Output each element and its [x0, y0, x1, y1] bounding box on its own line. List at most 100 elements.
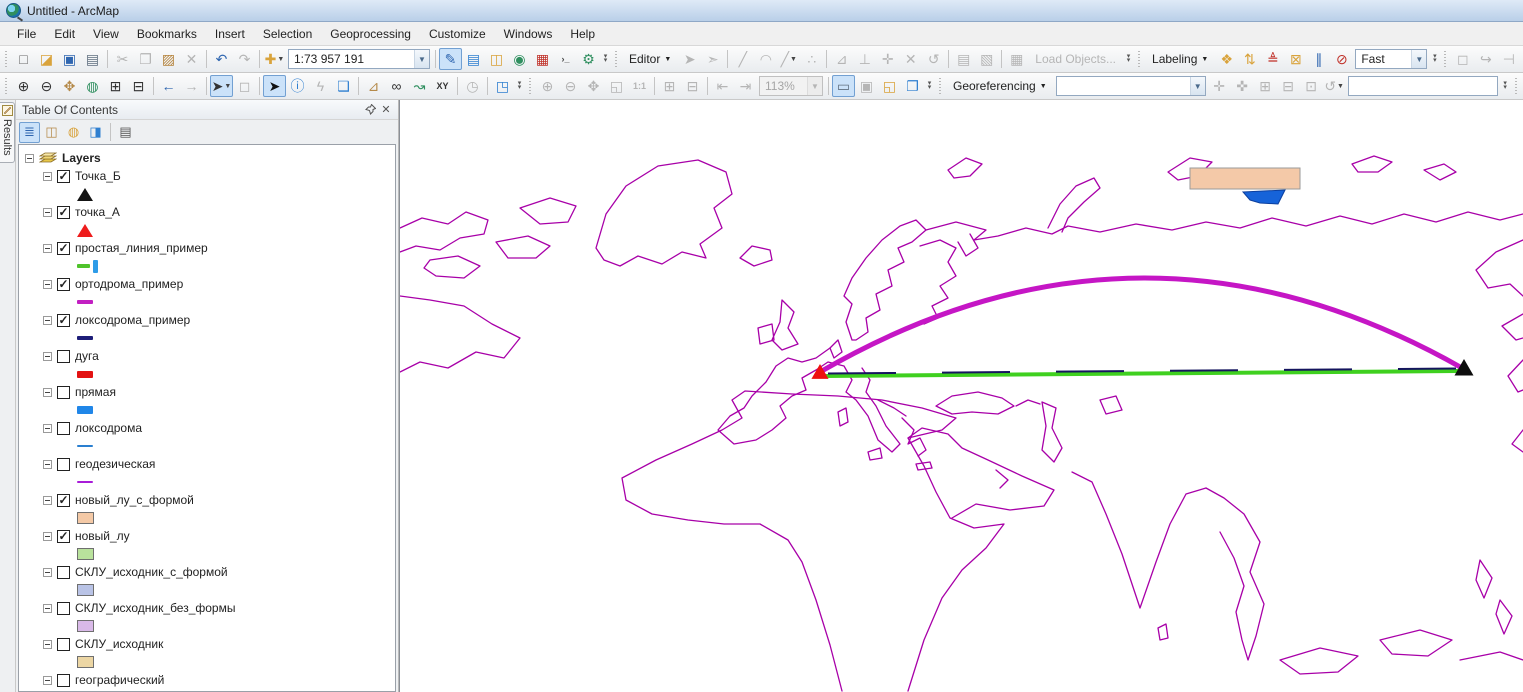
rotate-georeferencing-button[interactable]: ↺ ▼ [1323, 75, 1346, 97]
layer-symbol[interactable] [77, 259, 98, 273]
modelbuilder-button[interactable]: ⚙ [577, 48, 600, 70]
layer-visibility-checkbox[interactable] [57, 385, 70, 399]
clear-selected-features-button[interactable]: ◻ [233, 75, 256, 97]
layer-name-label[interactable]: точка_А [75, 205, 120, 219]
menu-view[interactable]: View [84, 23, 128, 45]
move-vertex-button[interactable]: ↪ [1474, 48, 1497, 70]
layer-row[interactable]: ✓ Точка_Б [25, 167, 395, 185]
layer-visibility-checkbox[interactable] [57, 673, 70, 687]
layer-symbol[interactable] [77, 370, 93, 378]
toc-layer-tree[interactable]: Layers ✓ Точка_Б ✓ точка_А ✓ простая_линия_при… [18, 144, 396, 692]
time-slider-button[interactable]: ◷ [461, 75, 484, 97]
label-priority-ranking-button[interactable]: ⇅ [1238, 48, 1261, 70]
map-scale-combo[interactable]: 1:73 957 191 ▼ [288, 49, 430, 69]
layers-group-row[interactable]: Layers [25, 149, 395, 167]
layer-visibility-checkbox[interactable]: ✓ [57, 241, 70, 255]
layer-name-label[interactable]: ортодрома_пример [75, 277, 183, 291]
toolbar-grip[interactable] [1137, 50, 1143, 68]
layer-name-label[interactable]: СКЛУ_исходник [75, 637, 163, 651]
layer-row[interactable]: ✓ простая_линия_пример [25, 239, 395, 257]
layer-symbol[interactable] [77, 548, 94, 560]
zoom-out-button[interactable]: ⊖ [35, 75, 58, 97]
load-objects-button[interactable]: Load Objects... [1028, 48, 1123, 70]
collapse-expander-icon[interactable] [43, 243, 52, 253]
change-layout-button[interactable]: ◱ [878, 75, 901, 97]
viewer-window-button[interactable]: ◳ [491, 75, 514, 97]
pan-button[interactable]: ✥ [58, 75, 81, 97]
view-link-table-button[interactable]: ⊟ [1277, 75, 1300, 97]
layer-name-label[interactable]: дуга [75, 349, 99, 363]
list-by-source-button[interactable]: ◫ [41, 122, 62, 143]
layer-symbol[interactable] [77, 336, 93, 340]
toolbar-grip[interactable] [1443, 50, 1449, 68]
layer-visibility-checkbox[interactable] [57, 421, 70, 435]
find-route-button[interactable]: ↝ [408, 75, 431, 97]
edit-annotation-tool-button[interactable]: ➣ [701, 48, 724, 70]
zoom-out-page-button[interactable]: ⊖ [559, 75, 582, 97]
layer-row[interactable]: СКЛУ_исходник_с_формой [25, 563, 395, 581]
menu-selection[interactable]: Selection [254, 23, 321, 45]
layer-name-label[interactable]: Точка_Б [75, 169, 121, 183]
layer-symbol[interactable] [77, 512, 94, 524]
focus-data-frame-button[interactable]: ▣ [855, 75, 878, 97]
georeferencing-layer-combo[interactable]: ▼ [1055, 76, 1206, 96]
layer-row[interactable]: СКЛУ_исходник_без_формы [25, 599, 395, 617]
collapse-expander-icon[interactable] [43, 351, 52, 361]
split-tool-button[interactable]: ✕ [899, 48, 922, 70]
label-weight-ranking-button[interactable]: ≜ [1261, 48, 1284, 70]
list-by-selection-button[interactable]: ◨ [85, 122, 106, 143]
undo-sketch-button[interactable]: ↺ [922, 48, 945, 70]
menu-bookmarks[interactable]: Bookmarks [128, 23, 206, 45]
toolbar-grip[interactable] [528, 77, 533, 95]
layer-symbol[interactable] [77, 406, 93, 414]
table-of-contents-window-button[interactable]: ▤ [462, 48, 485, 70]
print-button[interactable]: ▤ [81, 48, 104, 70]
collapse-expander-icon[interactable] [25, 153, 34, 163]
toolbar-overflow-button[interactable]: ▾ ▾ [924, 75, 935, 97]
collapse-expander-icon[interactable] [43, 279, 52, 289]
toolbar-overflow-button[interactable]: ▾ ▾ [1500, 75, 1511, 97]
trace-tool-button[interactable]: ∴ [800, 48, 823, 70]
find-button[interactable]: ∞ [385, 75, 408, 97]
layer-row[interactable]: геодезическая [25, 455, 395, 473]
menu-geoprocessing[interactable]: Geoprocessing [321, 23, 420, 45]
collapse-expander-icon[interactable] [43, 423, 52, 433]
collapse-expander-icon[interactable] [43, 639, 52, 649]
sketch-tool-button[interactable]: ╱ ▼ [777, 48, 800, 70]
layer-symbol[interactable] [77, 187, 93, 201]
new-document-button[interactable]: □ [12, 48, 35, 70]
layer-name-label[interactable]: СКЛУ_исходник_без_формы [75, 601, 235, 615]
toolbar-grip[interactable] [614, 50, 619, 68]
sketch-properties-button[interactable]: ▧ [975, 48, 998, 70]
forward-page-extent-button[interactable]: ⇥ [734, 75, 757, 97]
arccatalog-button[interactable]: ◫ [485, 48, 508, 70]
identify-button[interactable]: ⓘ [286, 75, 309, 97]
html-popup-button[interactable]: ❑ [332, 75, 355, 97]
edit-tool-button[interactable]: ➤ [678, 48, 701, 70]
copy-button[interactable]: ❐ [134, 48, 157, 70]
collapse-expander-icon[interactable] [43, 207, 52, 217]
select-elements-button[interactable]: ➤ [263, 75, 286, 97]
layer-visibility-checkbox[interactable] [57, 637, 70, 651]
toolbar-grip[interactable] [4, 77, 9, 95]
arctoolbox-window-button[interactable]: ▦ [531, 48, 554, 70]
layer-row[interactable]: ✓ точка_А [25, 203, 395, 221]
label-engine-combo[interactable]: Fast ▼ [1355, 49, 1428, 69]
lock-labels-button[interactable]: ⊠ [1284, 48, 1307, 70]
layer-symbol[interactable] [77, 481, 93, 483]
stop-labeling-button[interactable]: ⊘ [1330, 48, 1353, 70]
close-icon[interactable]: ✕ [378, 102, 394, 118]
zoom-100-button[interactable]: 1:1 [628, 75, 651, 97]
editor-menu-button[interactable]: Editor ▼ [622, 48, 678, 70]
toggle-draft-mode-button[interactable]: ▭ [832, 75, 855, 97]
delete-button[interactable]: ✕ [180, 48, 203, 70]
go-forward-extent-button[interactable]: → [180, 75, 203, 97]
update-georeferencing-button[interactable]: ⊡ [1300, 75, 1323, 97]
zoom-to-selected-link-button[interactable]: ⊞ [1254, 75, 1277, 97]
layer-visibility-checkbox[interactable] [57, 457, 70, 471]
full-extent-button[interactable]: ◍ [81, 75, 104, 97]
hyperlink-button[interactable]: ϟ [309, 75, 332, 97]
toolbar-overflow-button[interactable]: ▾ ▾ [600, 48, 611, 70]
menu-windows[interactable]: Windows [495, 23, 562, 45]
layer-visibility-checkbox[interactable] [57, 565, 70, 579]
